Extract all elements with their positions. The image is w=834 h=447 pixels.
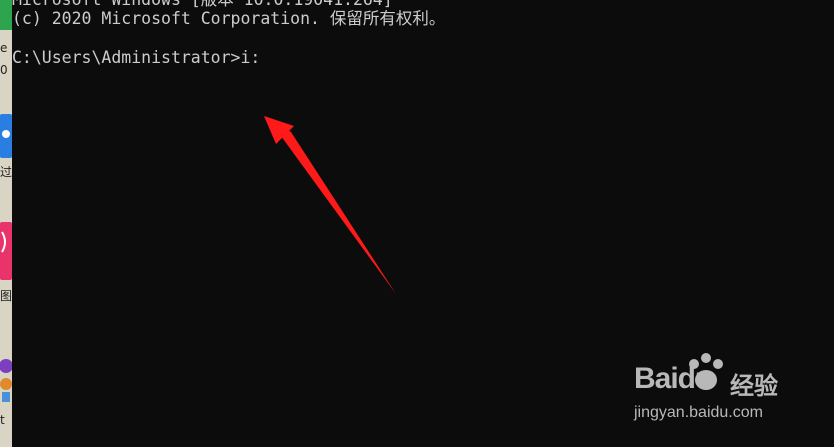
watermark-url: jingyan.baidu.com	[634, 404, 763, 421]
watermark-brand-cn: 经验	[730, 373, 778, 400]
paw-icon	[689, 353, 723, 390]
baidu-watermark: Baidu 经验 jingyan.baidu.com	[634, 350, 794, 430]
